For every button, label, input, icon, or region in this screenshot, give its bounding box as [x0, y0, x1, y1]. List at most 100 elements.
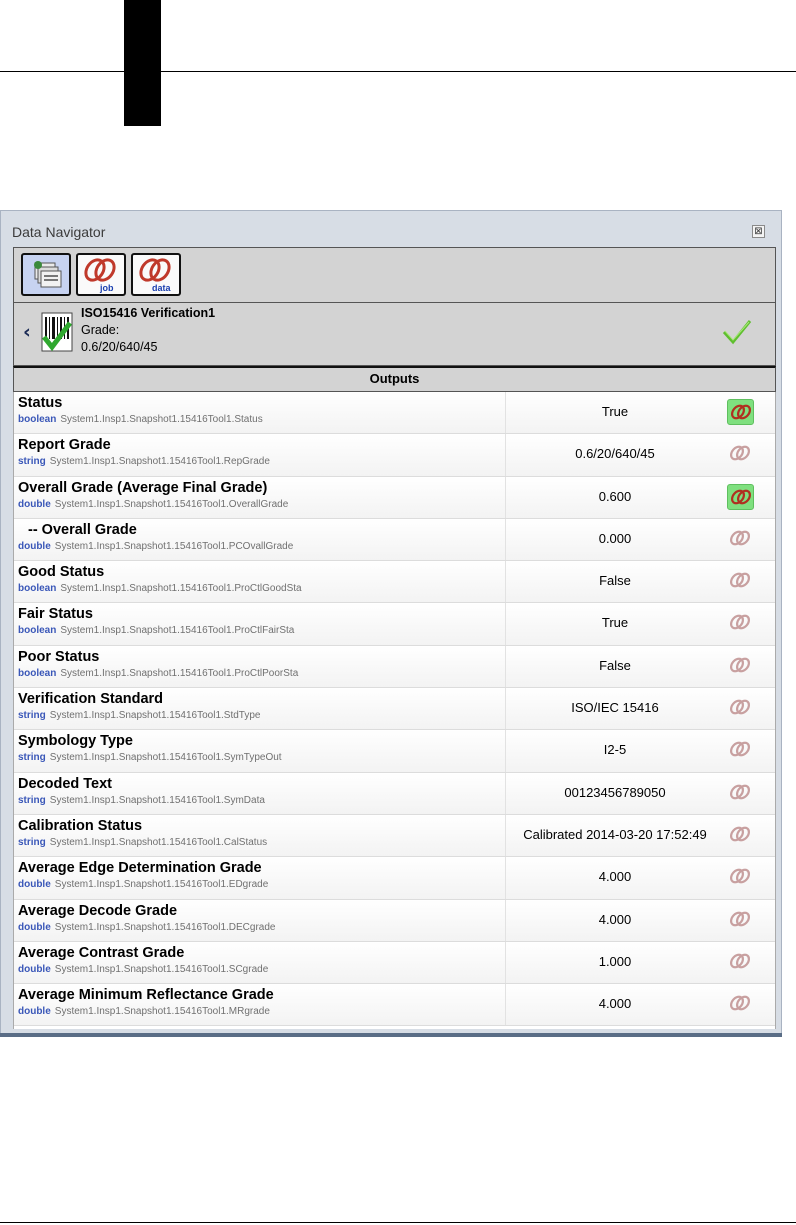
- output-row[interactable]: Average Decode Grade double System1.Insp1.…: [14, 899, 775, 942]
- link-chain-icon: [729, 953, 751, 969]
- output-row[interactable]: Report Grade string System1.Insp1.Snapshot…: [14, 434, 775, 477]
- output-name: Fair Status: [18, 606, 93, 623]
- output-binding: double System1.Insp1.Snapshot1.15416Tool1…: [18, 541, 293, 552]
- link-chain-icon: [729, 699, 751, 715]
- link-toggle-button[interactable]: [727, 526, 754, 552]
- output-path: System1.Insp1.Snapshot1.15416Tool1.RepGr…: [49, 456, 270, 468]
- output-value: 1.000: [598, 953, 632, 969]
- job-link-button[interactable]: job: [76, 253, 126, 296]
- output-binding: double System1.Insp1.Snapshot1.15416Tool1…: [18, 922, 275, 933]
- link-toggle-button[interactable]: [727, 695, 754, 721]
- link-toggle-button[interactable]: [727, 822, 754, 848]
- output-value: 4.000: [598, 996, 632, 1012]
- output-row[interactable]: Average Contrast Grade double System1.Insp…: [14, 941, 775, 985]
- outputs-list: Status boolean System1.Insp1.Snapshot1.154…: [13, 392, 776, 1029]
- job-label: job: [99, 283, 114, 293]
- link-toggle-button[interactable]: [727, 568, 754, 594]
- link-chain-icon: [729, 868, 751, 884]
- output-value: False: [599, 573, 631, 589]
- output-binding: boolean System1.Insp1.Snapshot1.15416Tool…: [18, 668, 298, 679]
- tools-button[interactable]: [21, 253, 71, 296]
- output-value: True: [601, 404, 629, 419]
- barcode-verification-icon: [41, 312, 73, 352]
- output-row[interactable]: Symbology Type string System1.Insp1.Snapsh…: [14, 730, 775, 773]
- tools-icon: [34, 261, 62, 288]
- output-type: boolean: [18, 625, 57, 637]
- output-name: Status: [18, 395, 63, 411]
- link-toggle-button[interactable]: [727, 780, 754, 806]
- output-name: Good Status: [18, 564, 105, 581]
- output-type: string: [18, 456, 46, 468]
- link-chain-icon: [730, 404, 752, 420]
- output-row[interactable]: Average Edge Determination Grade double Sy…: [14, 857, 775, 900]
- output-value: 4.000: [598, 911, 632, 927]
- output-name: Calibration Status: [18, 817, 143, 834]
- output-row[interactable]: Fair Status boolean System1.Insp1.Snapshot…: [14, 603, 775, 646]
- link-toggle-button[interactable]: [727, 949, 754, 975]
- output-binding: string System1.Insp1.Snapshot1.15416Tool1…: [18, 456, 270, 467]
- output-type: double: [18, 921, 51, 933]
- output-type: double: [18, 963, 51, 975]
- output-row[interactable]: Overall Grade (Average Final Grade) doubl…: [14, 476, 775, 519]
- outputs-header: Outputs: [13, 366, 776, 392]
- output-row[interactable]: Verification Standard string System1.Insp1…: [14, 688, 775, 731]
- output-path: System1.Insp1.Snapshot1.15416Tool1.DECgr…: [54, 921, 276, 933]
- close-button[interactable]: ⊠: [752, 225, 765, 238]
- link-toggle-button[interactable]: [727, 991, 754, 1017]
- link-toggle-button[interactable]: [727, 483, 754, 510]
- link-chain-icon: [729, 784, 751, 800]
- output-row[interactable]: Calibration Status string System1.Insp1.Sn…: [14, 814, 775, 858]
- data-link-icon: data: [139, 258, 172, 293]
- link-toggle-button[interactable]: [727, 399, 754, 425]
- output-value: I2-5: [603, 742, 627, 758]
- page-section-tab: [124, 0, 161, 126]
- output-value: 4.000: [598, 869, 632, 885]
- output-type: string: [18, 752, 46, 764]
- output-type: double: [18, 879, 51, 891]
- link-toggle-button[interactable]: [727, 441, 754, 467]
- link-toggle-button[interactable]: [727, 737, 754, 763]
- output-path: System1.Insp1.Snapshot1.15416Tool1.CalSt…: [49, 836, 268, 848]
- output-binding: string System1.Insp1.Snapshot1.15416Tool1…: [18, 752, 282, 763]
- link-chain-icon: [729, 572, 751, 588]
- output-type: string: [18, 836, 46, 848]
- link-toggle-button[interactable]: [727, 653, 754, 679]
- link-chain-icon: [729, 530, 751, 546]
- output-type: double: [18, 498, 51, 510]
- data-link-button[interactable]: data: [131, 253, 181, 296]
- output-row[interactable]: Decoded Text string System1.Insp1.Snapshot…: [14, 772, 775, 815]
- tool-name: ISO15416 Verification1: [81, 306, 216, 320]
- output-type: boolean: [18, 414, 57, 425]
- link-toggle-button[interactable]: [727, 864, 754, 890]
- output-name: Report Grade: [18, 437, 111, 454]
- data-label: data: [152, 283, 172, 293]
- output-binding: double System1.Insp1.Snapshot1.15416Tool1…: [18, 499, 288, 510]
- output-name: Average Contrast Grade: [18, 944, 185, 961]
- back-arrow-icon[interactable]: ‹: [23, 321, 31, 343]
- output-type: boolean: [18, 667, 57, 679]
- tool-grade-label: Grade:: [81, 323, 120, 337]
- output-path: System1.Insp1.Snapshot1.15416Tool1.Statu…: [60, 414, 263, 425]
- output-path: System1.Insp1.Snapshot1.15416Tool1.StdTy…: [49, 710, 261, 722]
- output-row[interactable]: Average Minimum Reflectance Grade double S…: [14, 984, 775, 1027]
- output-path: System1.Insp1.Snapshot1.15416Tool1.SymTy…: [49, 752, 282, 764]
- link-toggle-button[interactable]: [727, 907, 754, 933]
- output-value: True: [601, 615, 629, 631]
- link-chain-icon: [730, 489, 752, 504]
- tool-header: ‹ ISO15416 Verification1 Grade: 0.6/20/6…: [13, 303, 776, 366]
- link-chain-icon: [729, 911, 751, 926]
- output-binding: double System1.Insp1.Snapshot1.15416Tool1…: [18, 1006, 270, 1017]
- link-toggle-button[interactable]: [727, 610, 754, 636]
- output-binding: boolean System1.Insp1.Snapshot1.15416Tool…: [18, 414, 263, 425]
- output-row[interactable]: Poor Status boolean System1.Insp1.Snapshot…: [14, 645, 775, 689]
- link-chain-icon: [729, 615, 751, 630]
- output-row[interactable]: Good Status boolean System1.Insp1.Snapshot…: [14, 561, 775, 604]
- output-value: ISO/IEC 15416: [571, 700, 659, 716]
- job-link-icon: job: [84, 258, 116, 293]
- output-type: string: [18, 794, 46, 806]
- tool-grade-value: 0.6/20/640/45: [81, 340, 158, 354]
- output-value: 0.000: [598, 530, 632, 546]
- output-name: Average Edge Determination Grade: [18, 860, 262, 877]
- output-row[interactable]: -- Overall Grade double System1.Insp1.Snap…: [14, 518, 775, 562]
- output-row[interactable]: Status boolean System1.Insp1.Snapshot1.154…: [14, 392, 775, 435]
